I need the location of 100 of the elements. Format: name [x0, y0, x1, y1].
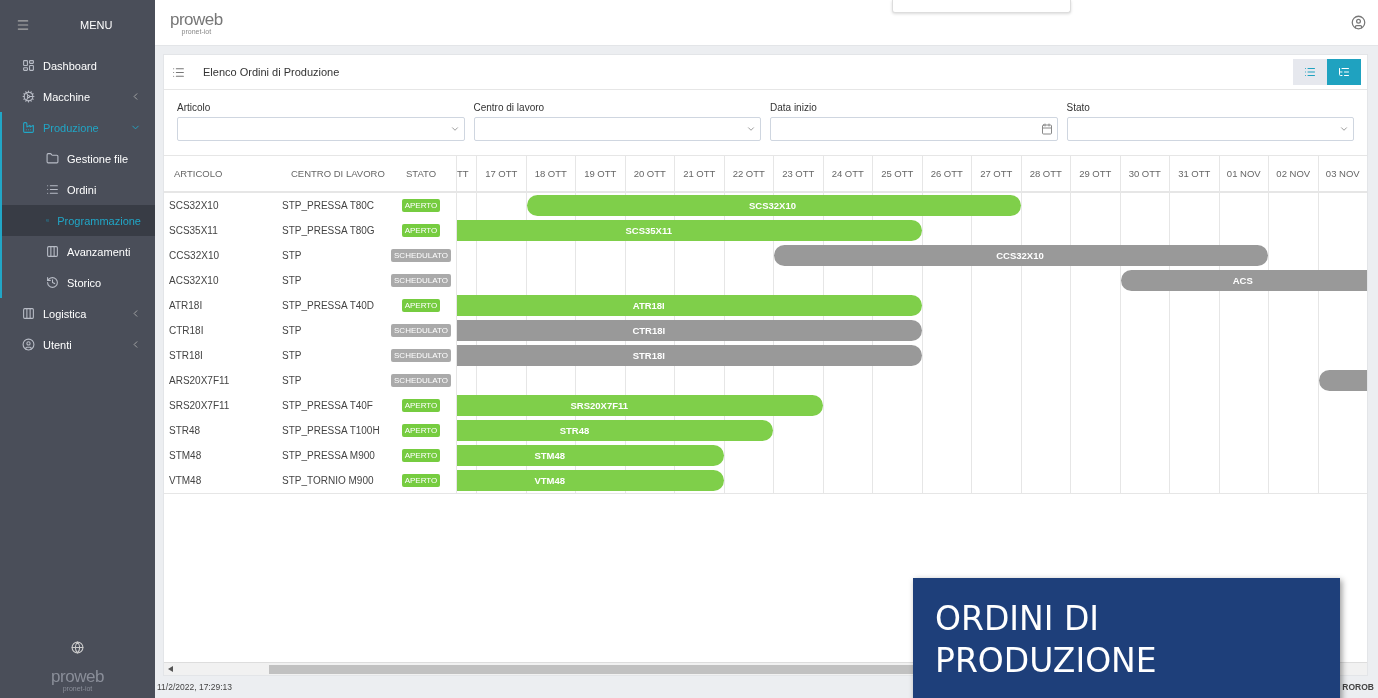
table-cell-text: STP_TORNIO M900 — [281, 474, 375, 488]
day-header: 28 OTT — [1021, 156, 1071, 191]
day-header: 30 OTT — [1120, 156, 1170, 191]
select-field[interactable] — [1066, 117, 1354, 141]
day-header: 21 OTT — [675, 156, 725, 191]
status-badge: APERTO — [401, 224, 441, 237]
day-header: 25 OTT — [873, 156, 923, 191]
day-header: 03 NOV — [1318, 156, 1367, 191]
day-header: 18 OTT — [526, 156, 576, 191]
table-cell-text: SRS20X7F11 — [168, 399, 231, 413]
day-header: 17 OTT — [477, 156, 527, 191]
gantt-bar-label: SRS20X7F11 — [570, 400, 629, 411]
gantt-bar-label: STR18I — [632, 350, 665, 361]
globe-icon[interactable] — [71, 641, 84, 654]
gears-icon — [22, 90, 35, 103]
filter-label: Data inizio — [770, 102, 818, 113]
table-cell-text: STP — [281, 274, 303, 288]
status-badge: SCHEDULATO — [391, 324, 451, 337]
table-cell-text: CCS32X10 — [168, 249, 221, 263]
dashboard-icon — [22, 59, 35, 72]
day-header: 29 OTT — [1071, 156, 1121, 191]
table-cell-text: STR18I — [168, 349, 204, 363]
table-cell-text: ATR18I — [168, 299, 204, 313]
day-header: 19 OTT — [576, 156, 626, 191]
select-field[interactable] — [473, 117, 761, 141]
table-cell-text: STP — [281, 349, 303, 363]
scroll-left-arrow-icon[interactable] — [168, 666, 173, 672]
sidebar-item[interactable]: Utenti — [0, 329, 155, 360]
list-icon — [1304, 66, 1316, 78]
view-toggle-button[interactable] — [1293, 59, 1327, 85]
factory-icon — [22, 121, 35, 134]
status-badge: SCHEDULATO — [391, 274, 451, 287]
user-icon[interactable] — [1351, 15, 1366, 30]
table-cell-text: STP_PRESSA T40F — [281, 399, 374, 413]
gantt-bar-label: STR48 — [559, 425, 590, 436]
column-header: ARTICOLO — [173, 167, 224, 181]
view-toggle-button[interactable] — [1327, 59, 1361, 85]
day-header: 23 OTT — [774, 156, 824, 191]
column-header: CENTRO DI LAVORO — [290, 167, 386, 181]
day-header: 20 OTT — [625, 156, 675, 191]
status-badge: APERTO — [401, 199, 441, 212]
table-cell-text: STP — [281, 324, 303, 338]
gantt-bar-label: ACS — [1232, 275, 1253, 286]
list-icon — [172, 65, 185, 79]
status-badge: SCHEDULATO — [391, 249, 451, 262]
status-badge: APERTO — [401, 299, 441, 312]
gantt-bar-label: CTR18I — [632, 325, 666, 336]
table-cell-text: STP_PRESSA T80C — [281, 199, 376, 213]
sidebar-item[interactable]: Macchine — [0, 81, 155, 112]
list-icon — [46, 183, 59, 196]
table-cell-text: CTR18I — [168, 324, 205, 338]
filter-label: Centro di lavoro — [473, 102, 546, 113]
table-cell-text: SCS32X10 — [168, 199, 220, 213]
gantt-icon — [1338, 66, 1350, 78]
table-cell-text: VTM48 — [168, 474, 203, 488]
status-badge: APERTO — [401, 424, 441, 437]
status-badge: APERTO — [401, 474, 441, 487]
menu-icon[interactable] — [16, 18, 30, 32]
caption-overlay: ORDINI DI PRODUZIONE — [913, 578, 1340, 698]
gantt-bar-label: VTM48 — [534, 475, 566, 486]
timestamp: 11/2/2022, 17:29:13 — [157, 682, 232, 692]
gantt-bar-label: STM48 — [534, 450, 566, 461]
table-cell-text: STP_PRESSA T40D — [281, 299, 376, 313]
gantt-bar-label: ATR18I — [632, 300, 665, 311]
table-cell-text: STP — [281, 249, 303, 263]
day-header: 01 NOV — [1219, 156, 1269, 191]
filter-label: Stato — [1066, 102, 1091, 113]
table-cell-text: SCS35X11 — [168, 224, 219, 238]
status-text: ROROB — [1342, 682, 1374, 692]
day-header: 24 OTT — [823, 156, 873, 191]
status-badge: SCHEDULATO — [391, 349, 451, 362]
date-field[interactable] — [770, 117, 1058, 141]
sidebar-item[interactable]: Gestione file — [0, 143, 155, 174]
sidebar-item[interactable]: Avanzamenti — [0, 236, 155, 267]
columns-icon — [22, 307, 35, 320]
folder-icon — [46, 152, 59, 165]
column-header: STATO — [404, 167, 438, 181]
columns-icon — [46, 245, 59, 258]
gantt-bar-label: SCS32X10 — [749, 200, 796, 211]
caret-icon — [449, 124, 460, 134]
select-field[interactable] — [177, 117, 465, 141]
status-badge: APERTO — [401, 449, 441, 462]
sidebar-item[interactable]: Storico — [0, 267, 155, 298]
table-cell-text: ARS20X7F11 — [168, 374, 231, 388]
table-cell-text: STR48 — [168, 424, 202, 438]
caret-icon — [746, 124, 756, 134]
status-badge: SCHEDULATO — [391, 374, 451, 387]
sidebar-item[interactable]: Programmazione — [0, 205, 155, 236]
gantt-bar-label: SCS35X11 — [625, 225, 672, 236]
filter-label: Articolo — [177, 102, 212, 113]
history-icon — [46, 276, 59, 289]
table-cell-text: STM48 — [168, 449, 203, 463]
sidebar-item[interactable]: Logistica — [0, 298, 155, 329]
table-cell-text: STP — [281, 374, 303, 388]
table-cell-text: STP_PRESSA T80G — [281, 224, 376, 238]
calendar-icon — [1040, 123, 1053, 135]
sidebar-item[interactable]: Dashboard — [0, 50, 155, 81]
day-header: 22 OTT — [724, 156, 774, 191]
day-header: 27 OTT — [972, 156, 1022, 191]
day-header: 02 NOV — [1269, 156, 1319, 191]
